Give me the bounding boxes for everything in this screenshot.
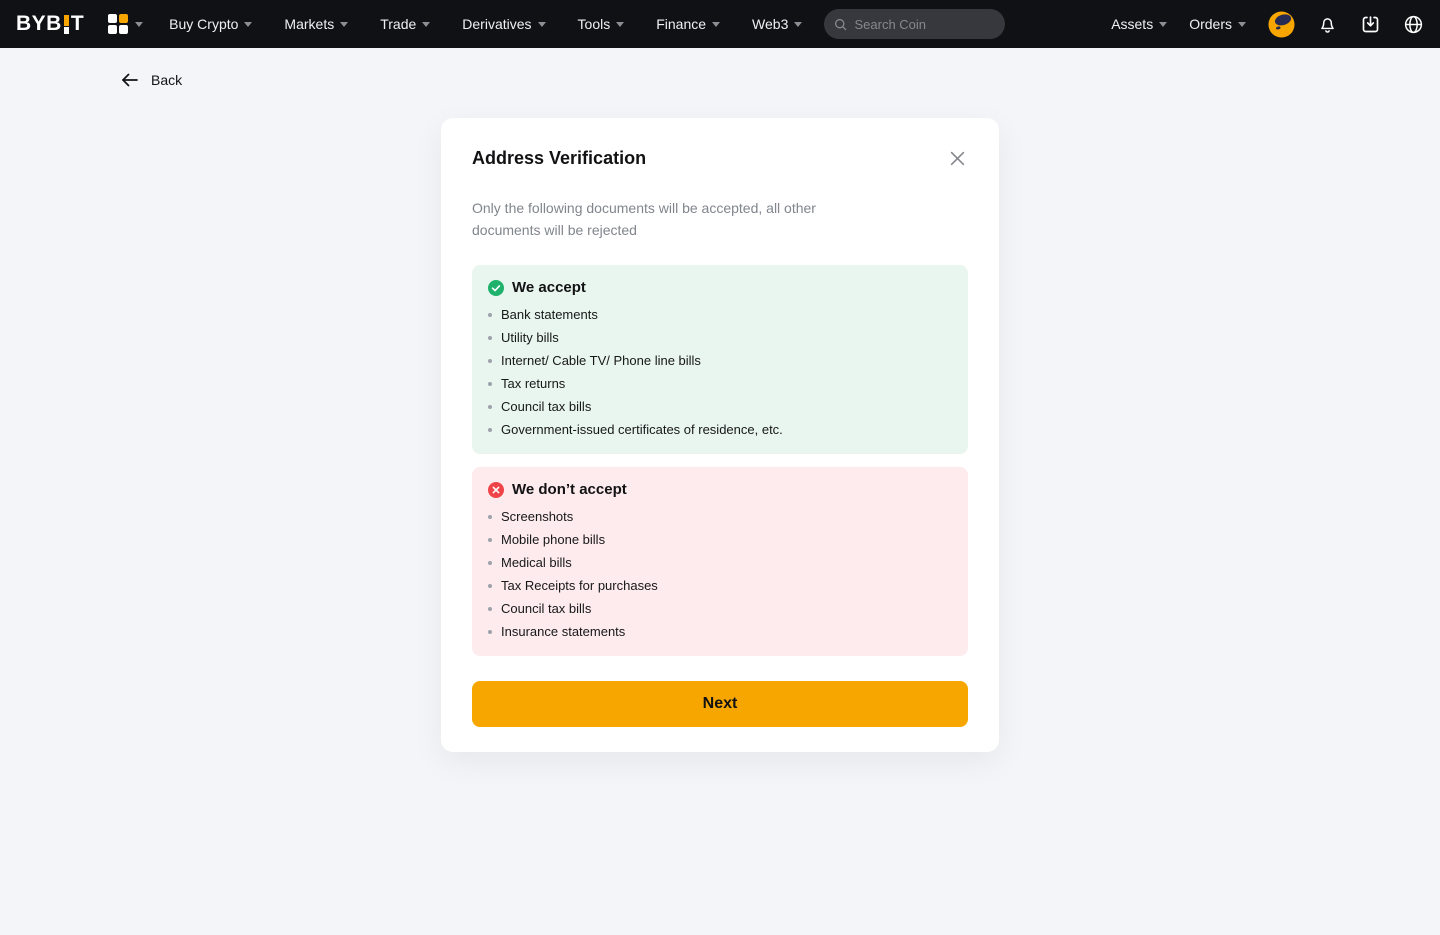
modal-header: Address Verification (472, 148, 968, 169)
search-icon (834, 17, 847, 32)
nav-menu-item-label: Markets (284, 16, 334, 32)
rejected-document-label: Tax Receipts for purchases (501, 578, 658, 593)
accepted-document-item: Tax returns (488, 372, 952, 395)
logo-accent-i (64, 15, 69, 34)
notifications-bell-icon[interactable] (1317, 14, 1338, 35)
rejected-document-item: Insurance statements (488, 620, 952, 643)
chevron-down-icon (340, 22, 348, 27)
download-app-icon[interactable] (1360, 14, 1381, 35)
accepted-document-item: Internet/ Cable TV/ Phone line bills (488, 349, 952, 372)
accepted-document-label: Internet/ Cable TV/ Phone line bills (501, 353, 701, 368)
bybit-logo[interactable]: BYB T (16, 12, 84, 36)
rejected-document-item: Screenshots (488, 505, 952, 528)
assets-menu[interactable]: Assets (1111, 16, 1167, 32)
chevron-down-icon (422, 22, 430, 27)
nav-menu-item-label: Trade (380, 16, 416, 32)
nav-menu-item-label: Tools (578, 16, 611, 32)
coin-search[interactable] (824, 9, 1005, 39)
next-button[interactable]: Next (472, 681, 968, 727)
assets-label: Assets (1111, 16, 1153, 32)
back-row: Back (0, 48, 1440, 96)
rejected-document-item: Council tax bills (488, 597, 952, 620)
chevron-down-icon (794, 22, 802, 27)
accepted-documents-list: Bank statements Utility bills Internet/ … (488, 303, 952, 441)
rejected-document-label: Medical bills (501, 555, 572, 570)
avatar[interactable] (1268, 11, 1295, 38)
nav-menu-item-label: Buy Crypto (169, 16, 238, 32)
check-circle-icon (488, 280, 504, 296)
we-dont-accept-title: We don’t accept (512, 481, 627, 498)
globe-language-icon[interactable] (1403, 14, 1424, 35)
chevron-down-icon (244, 22, 252, 27)
accepted-document-item: Utility bills (488, 326, 952, 349)
rejected-document-label: Council tax bills (501, 601, 591, 616)
top-navigation: BYBT Buy Crypto Markets Trade Der (0, 0, 1440, 48)
chevron-down-icon (712, 22, 720, 27)
logo-text-post: T (71, 12, 84, 36)
rejected-document-label: Mobile phone bills (501, 532, 605, 547)
accepted-document-label: Bank statements (501, 307, 598, 322)
nav-menu-item-label: Finance (656, 16, 706, 32)
back-label: Back (151, 72, 182, 88)
chevron-down-icon (538, 22, 546, 27)
we-accept-title: We accept (512, 279, 586, 296)
chevron-down-icon (616, 22, 624, 27)
chevron-down-icon (1238, 22, 1246, 27)
we-accept-panel: We accept Bank statements Utility bills … (472, 265, 968, 454)
modal-title: Address Verification (472, 148, 646, 169)
apps-grid-icon (108, 14, 128, 34)
back-button[interactable]: Back (121, 72, 182, 88)
search-input[interactable] (854, 17, 995, 32)
accepted-document-label: Council tax bills (501, 399, 591, 414)
nav-menu-item[interactable]: Derivatives (462, 16, 545, 32)
orders-label: Orders (1189, 16, 1232, 32)
address-verification-modal: Address Verification Only the following … (441, 118, 999, 752)
nav-menu-item[interactable]: Finance (656, 16, 720, 32)
nav-menu-item[interactable]: Buy Crypto (169, 16, 252, 32)
modal-description: Only the following documents will be acc… (472, 197, 840, 241)
close-icon (949, 150, 966, 167)
nav-right-group: Assets Orders (1111, 11, 1424, 38)
accepted-document-item: Bank statements (488, 303, 952, 326)
apps-menu-button[interactable] (108, 14, 143, 34)
x-circle-icon (488, 482, 504, 498)
nav-menu-item-label: Derivatives (462, 16, 531, 32)
accepted-document-label: Tax returns (501, 376, 565, 391)
nav-menu-item-label: Web3 (752, 16, 788, 32)
rejected-document-item: Medical bills (488, 551, 952, 574)
we-dont-accept-panel: We don’t accept Screenshots Mobile phone… (472, 467, 968, 656)
nav-menu-item[interactable]: Trade (380, 16, 430, 32)
nav-menu-item[interactable]: Tools (578, 16, 625, 32)
close-button[interactable] (947, 148, 968, 169)
rejected-document-label: Insurance statements (501, 624, 625, 639)
rejected-document-item: Mobile phone bills (488, 528, 952, 551)
accepted-document-item: Government-issued certificates of reside… (488, 418, 952, 441)
accepted-document-label: Utility bills (501, 330, 559, 345)
chevron-down-icon (135, 22, 143, 27)
we-dont-accept-header: We don’t accept (488, 481, 952, 498)
logo-text-pre: BYB (16, 12, 62, 36)
nav-menu-item[interactable]: Markets (284, 16, 348, 32)
rejected-document-item: Tax Receipts for purchases (488, 574, 952, 597)
we-accept-header: We accept (488, 279, 952, 296)
orders-menu[interactable]: Orders (1189, 16, 1246, 32)
accepted-document-label: Government-issued certificates of reside… (501, 422, 783, 437)
nav-menu-item[interactable]: Web3 (752, 16, 802, 32)
rejected-document-label: Screenshots (501, 509, 573, 524)
rejected-documents-list: Screenshots Mobile phone bills Medical b… (488, 505, 952, 643)
accepted-document-item: Council tax bills (488, 395, 952, 418)
main-menu: Buy Crypto Markets Trade Derivatives Too… (169, 16, 802, 32)
chevron-down-icon (1159, 22, 1167, 27)
arrow-left-icon (121, 72, 139, 88)
